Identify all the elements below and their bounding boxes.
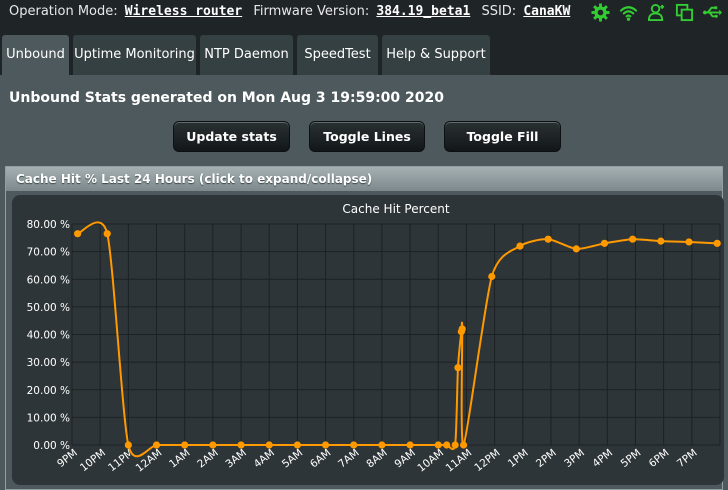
page-title: Unbound Stats generated on Mon Aug 3 19:… [9, 90, 444, 106]
firmware-label: Firmware Version: [253, 4, 370, 19]
data-point [458, 325, 466, 333]
series-line [77, 221, 718, 458]
x-tick-label: 1PM [506, 447, 531, 470]
user-icon[interactable] [647, 3, 666, 22]
data-point [460, 441, 468, 449]
x-tick-label: 6PM [647, 447, 672, 470]
tab-unbound[interactable]: Unbound [2, 35, 69, 75]
x-tick-label: 5PM [619, 447, 644, 470]
data-point [443, 441, 451, 449]
data-point [657, 237, 665, 245]
data-point [600, 239, 609, 247]
x-tick-label: 2PM [534, 447, 559, 470]
x-tick-label: 6AM [308, 447, 333, 471]
data-point [434, 441, 442, 449]
data-point [454, 364, 462, 372]
data-point [237, 441, 245, 449]
x-tick-label: 11PM [106, 447, 136, 474]
y-tick-label: 30.00 % [27, 357, 70, 369]
x-tick-label: 1AM [167, 447, 192, 471]
y-tick-label: 70.00 % [27, 247, 70, 259]
x-tick-label: 7PM [675, 447, 700, 470]
data-point [152, 441, 161, 449]
ssid-link[interactable]: CanaKW [523, 4, 570, 19]
copy-icon[interactable] [675, 3, 694, 22]
x-tick-label: 3AM [223, 447, 248, 471]
toggle-lines-button[interactable]: Toggle Lines [309, 121, 425, 152]
data-point [451, 441, 459, 449]
data-point [572, 245, 580, 253]
data-point [488, 272, 496, 281]
operation-mode-link[interactable]: Wireless router [125, 4, 242, 19]
x-tick-label: 10PM [78, 447, 108, 474]
x-tick-label: 12PM [472, 447, 502, 474]
y-tick-label: 60.00 % [27, 274, 70, 286]
data-point [181, 441, 189, 449]
cache-hit-panel: Cache Hit % Last 24 Hours (click to expa… [5, 166, 724, 490]
firmware-link[interactable]: 384.19_beta1 [376, 4, 470, 19]
y-tick-label: 40.00 % [27, 330, 70, 342]
chart-container: Cache Hit Percent 9PM 10PM 11PM 12AM 1AM 2AM 3A… [12, 195, 724, 485]
cache-hit-chart: Cache Hit Percent9PM10PM11PM12AM 1AM 2AM 3A… [27, 202, 721, 475]
data-point [378, 441, 386, 449]
data-point [713, 239, 721, 247]
x-tick-label: 3PM [562, 447, 587, 470]
y-tick-label: 0.00 % [33, 440, 70, 452]
data-point [544, 235, 552, 243]
tab-bar: Unbound Uptime Monitoring NTP Daemon Spe… [0, 24, 728, 75]
x-tick-label: 11AM [444, 447, 475, 475]
data-point [209, 441, 217, 449]
data-point [516, 242, 524, 250]
toggle-fill-button[interactable]: Toggle Fill [444, 121, 561, 152]
tab-help-support[interactable]: Help & Support [382, 35, 490, 75]
x-tick-label: 4PM [590, 447, 615, 470]
tab-ntp-daemon[interactable]: NTP Daemon [200, 35, 293, 75]
x-tick-label: 10AM [415, 447, 446, 475]
update-stats-button[interactable]: Update stats [173, 121, 290, 152]
y-tick-label: 10.00 % [27, 412, 70, 424]
tab-speedtest[interactable]: SpeedTest [297, 35, 378, 75]
top-status-bar: Operation Mode: Wireless router Firmware… [0, 0, 728, 24]
usb-icon[interactable] [703, 3, 722, 22]
data-point [293, 441, 301, 449]
data-point [350, 441, 358, 449]
x-tick-label: 12AM [134, 447, 165, 475]
x-tick-label: 4AM [252, 447, 277, 471]
data-point [629, 235, 637, 243]
chart-title: Cache Hit Percent [342, 202, 449, 216]
data-point [406, 441, 414, 449]
data-point [103, 230, 111, 238]
wifi-icon[interactable] [619, 3, 638, 22]
y-tick-label: 50.00 % [27, 302, 70, 314]
data-point [265, 441, 273, 449]
data-point [74, 230, 82, 238]
x-tick-label: 7AM [336, 447, 361, 471]
panel-header-toggle[interactable]: Cache Hit % Last 24 Hours (click to expa… [6, 167, 722, 191]
y-tick-label: 20.00 % [27, 385, 70, 397]
y-tick-label: 80.00 % [27, 219, 70, 231]
x-tick-label: 8AM [364, 447, 389, 471]
status-icons [591, 1, 722, 23]
x-tick-label: 5AM [280, 447, 305, 471]
data-point [685, 238, 693, 246]
x-tick-label: 9AM [392, 447, 417, 471]
data-point [124, 441, 132, 449]
gear-icon[interactable] [591, 2, 610, 22]
operation-mode-label: Operation Mode: [9, 4, 118, 19]
x-tick-label: 2AM [195, 447, 220, 471]
ssid-label: SSID: [481, 4, 517, 19]
data-point [321, 441, 330, 449]
tab-uptime-monitoring[interactable]: Uptime Monitoring [73, 35, 196, 75]
